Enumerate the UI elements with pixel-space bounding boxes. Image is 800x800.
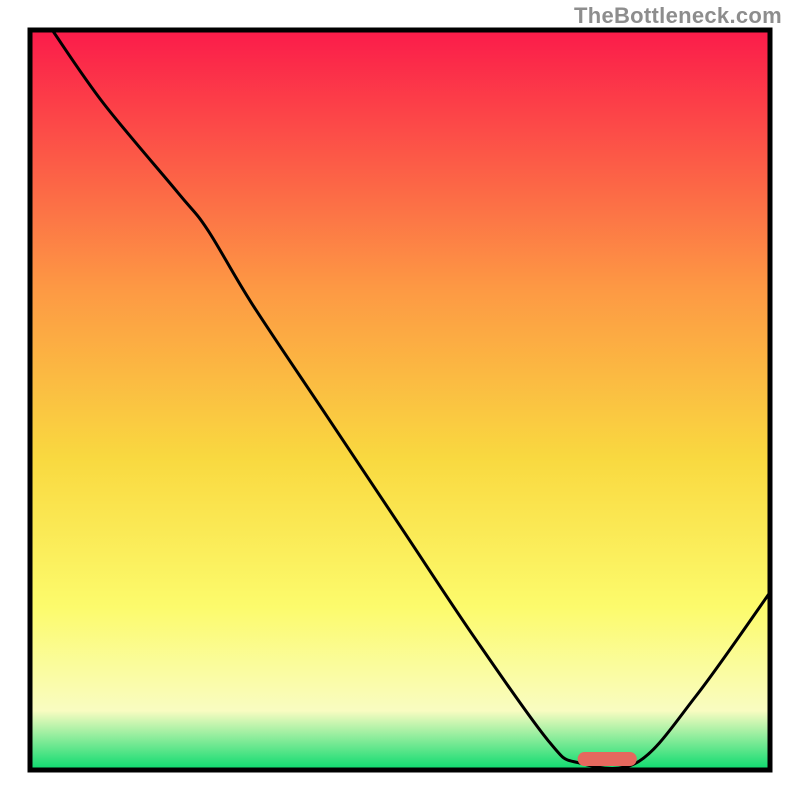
watermark-text: TheBottleneck.com	[574, 3, 782, 29]
plot-area	[30, 30, 770, 770]
chart-container: TheBottleneck.com	[0, 0, 800, 800]
bottleneck-chart	[0, 0, 800, 800]
baseline-marker	[578, 752, 637, 766]
